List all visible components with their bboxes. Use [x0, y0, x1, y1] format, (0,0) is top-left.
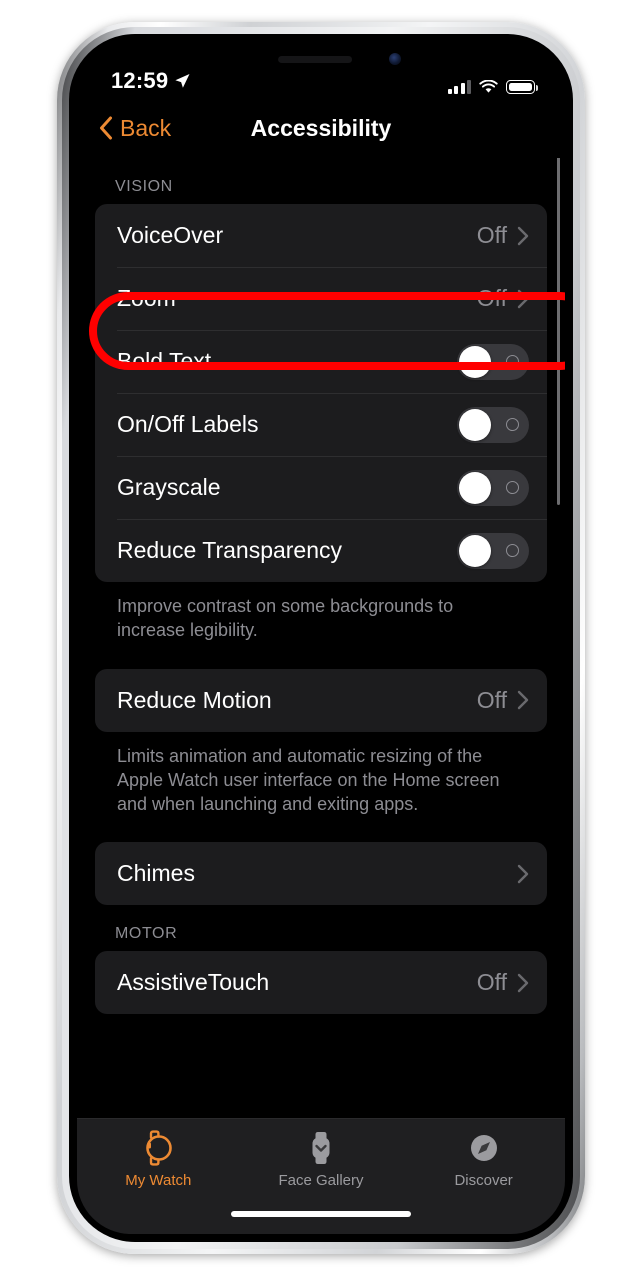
phone-screen: 12:59 Back Accessibility VISION VoiceOve… [77, 42, 565, 1234]
navigation-bar: Back Accessibility [77, 98, 565, 158]
grayscale-toggle[interactable] [457, 469, 529, 506]
row-label: Grayscale [117, 474, 221, 500]
front-camera-icon [389, 53, 401, 65]
row-value: Off [476, 285, 507, 311]
chevron-right-icon [517, 289, 529, 308]
vertical-scrollbar[interactable] [556, 120, 560, 505]
watch-face-icon [312, 1132, 330, 1164]
on-off-labels-toggle[interactable] [457, 406, 529, 443]
back-button[interactable]: Back [99, 115, 171, 142]
toggle-knob [459, 471, 491, 504]
row-label: On/Off Labels [117, 411, 259, 437]
settings-list[interactable]: VISION VoiceOver Off Zoom Off Bold Text … [77, 158, 565, 1234]
chevron-right-icon [517, 864, 529, 884]
toggle-off-label-icon [506, 418, 519, 431]
earpiece-speaker [278, 56, 353, 63]
settings-group-vision: VoiceOver Off Zoom Off Bold Text On/Off … [95, 204, 547, 582]
reduce-transparency-toggle[interactable] [457, 532, 529, 569]
row-grayscale[interactable]: Grayscale [95, 456, 547, 519]
tab-discover[interactable]: Discover [403, 1129, 564, 1189]
battery-full-icon [506, 80, 539, 94]
row-label: Zoom [117, 285, 176, 311]
row-reduce-motion[interactable]: Reduce Motion Off [95, 669, 547, 732]
section-header-vision: VISION [115, 178, 173, 195]
home-indicator[interactable] [231, 1211, 411, 1217]
row-label: Reduce Motion [117, 686, 272, 713]
section-header-motor: MOTOR [115, 925, 178, 943]
row-label: VoiceOver [117, 222, 224, 248]
status-bar-right [447, 80, 539, 94]
footer-vision: Improve contrast on some backgrounds to … [117, 596, 454, 641]
wifi-icon [479, 80, 498, 93]
tab-label: Face Gallery [278, 1172, 364, 1189]
settings-group-motor: AssistiveTouch Off [95, 951, 547, 1015]
row-voiceover[interactable]: VoiceOver Off [95, 204, 547, 267]
tab-label: Discover [454, 1172, 513, 1189]
toggle-knob [459, 534, 491, 567]
back-button-label: Back [120, 114, 172, 141]
row-reduce-transparency[interactable]: Reduce Transparency [95, 519, 547, 582]
chevron-right-icon [517, 973, 529, 993]
toggle-off-label-icon [506, 544, 519, 557]
row-chimes[interactable]: Chimes [95, 842, 547, 905]
row-label: Reduce Transparency [117, 537, 343, 563]
row-assistivetouch[interactable]: AssistiveTouch Off [95, 951, 547, 1014]
row-value: Off [476, 969, 507, 996]
row-label: AssistiveTouch [117, 969, 270, 996]
row-value: Off [476, 686, 507, 713]
settings-group-chimes: Chimes [95, 842, 547, 906]
tab-label: My Watch [125, 1172, 192, 1189]
status-bar-left: 12:59 [111, 68, 191, 94]
toggle-knob [459, 408, 491, 441]
cellular-bars-icon [447, 80, 471, 94]
row-label: Bold Text [117, 348, 212, 374]
phone-frame: 12:59 Back Accessibility VISION VoiceOve… [57, 22, 585, 1254]
bold-text-toggle[interactable] [457, 343, 529, 380]
compass-icon [470, 1135, 497, 1161]
toggle-knob [459, 345, 491, 378]
notch [215, 42, 427, 76]
toggle-off-label-icon [506, 355, 519, 368]
row-label: Chimes [117, 860, 195, 887]
row-zoom[interactable]: Zoom Off [95, 267, 547, 330]
footer-reduce-motion: Limits animation and automatic resizing … [117, 745, 500, 815]
chevron-right-icon [517, 690, 529, 710]
settings-group-reduce-motion: Reduce Motion Off [95, 668, 547, 732]
chevron-left-icon [100, 116, 112, 140]
tab-my-watch[interactable]: My Watch [78, 1129, 239, 1189]
location-arrow-icon [175, 74, 190, 88]
toggle-off-label-icon [506, 481, 519, 494]
row-value: Off [476, 222, 507, 248]
row-on-off-labels[interactable]: On/Off Labels [95, 393, 547, 456]
status-bar-time: 12:59 [111, 68, 169, 93]
chevron-right-icon [517, 226, 529, 245]
row-bold-text[interactable]: Bold Text [95, 330, 547, 393]
watch-outline-icon [146, 1130, 173, 1166]
tab-face-gallery[interactable]: Face Gallery [240, 1129, 401, 1189]
